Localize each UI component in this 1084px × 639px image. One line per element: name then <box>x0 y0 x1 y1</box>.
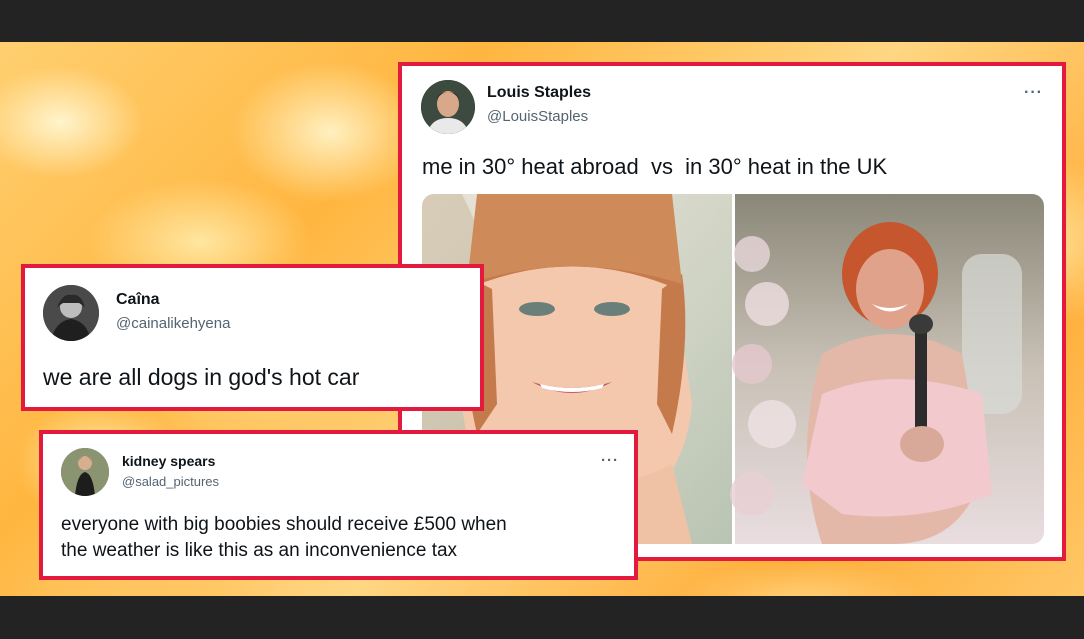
more-options-icon[interactable]: ··· <box>1024 84 1043 102</box>
avatar[interactable] <box>421 80 475 134</box>
tweet-kidney-spears: kidney spears @salad_pictures ··· everyo… <box>39 430 638 580</box>
letterbox-bottom <box>0 596 1084 639</box>
author-name[interactable]: Caîna <box>116 291 160 309</box>
letterbox-top <box>0 0 1084 42</box>
author-handle[interactable]: @cainalikehyena <box>116 315 230 332</box>
person-avatar-icon <box>43 285 99 341</box>
avatar[interactable] <box>61 448 109 496</box>
tweet-text: me in 30° heat abroad vs in 30° heat in … <box>422 154 888 179</box>
author-handle[interactable]: @salad_pictures <box>122 474 219 489</box>
avatar[interactable] <box>43 285 99 341</box>
author-name[interactable]: kidney spears <box>122 453 215 469</box>
person-avatar-icon <box>61 448 109 496</box>
tweet-text-line-1: everyone with big boobies should receive… <box>61 514 507 535</box>
author-name[interactable]: Louis Staples <box>487 84 591 102</box>
tweet-caina: Caîna @cainalikehyena we are all dogs in… <box>21 264 484 411</box>
tweet-text: we are all dogs in god's hot car <box>43 364 360 390</box>
person-avatar-icon <box>421 80 475 134</box>
more-options-icon[interactable]: ··· <box>601 452 619 469</box>
author-handle[interactable]: @LouisStaples <box>487 108 588 125</box>
tweet-text-line-2: the weather is like this as an inconveni… <box>61 540 458 561</box>
